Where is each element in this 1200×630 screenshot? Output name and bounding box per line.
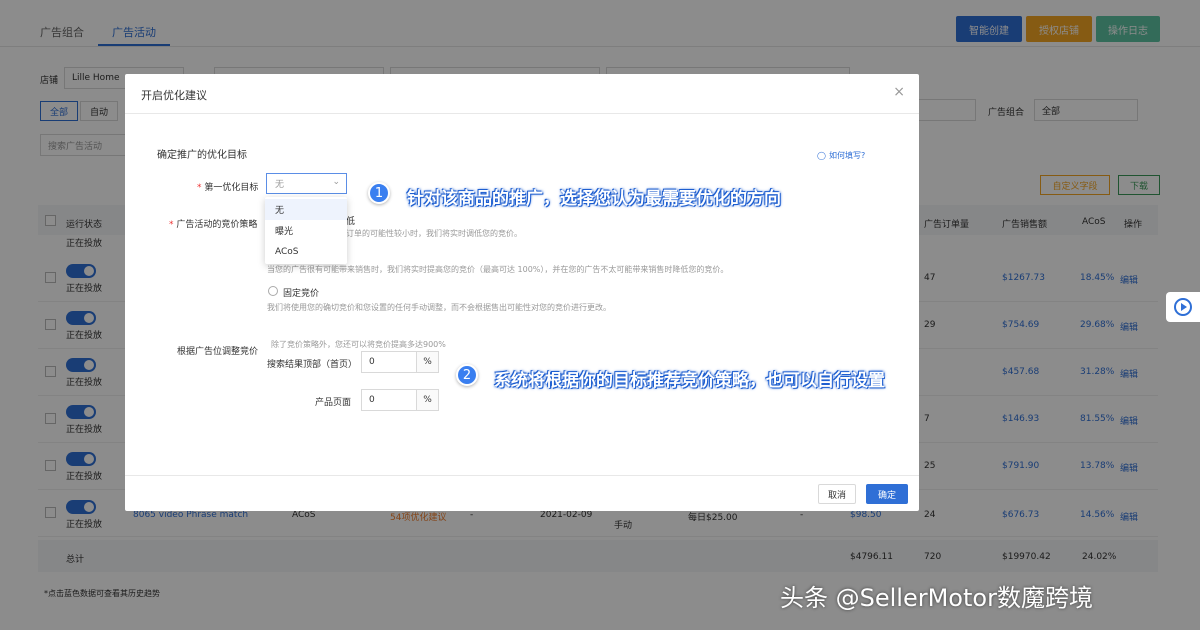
percent-suffix: % [417, 351, 439, 373]
first-goal-label: * 第一优化目标 [197, 183, 259, 193]
annotation-number-1: 1 [368, 182, 390, 204]
first-goal-label-text: 第一优化目标 [204, 183, 259, 193]
percent-suffix: % [417, 389, 439, 411]
annotation-text-1: 针对该商品的推广，选择您认为最需要优化的方向 [407, 189, 781, 209]
modal-title: 开启优化建议 [141, 89, 207, 102]
cancel-button[interactable]: 取消 [818, 484, 856, 504]
section-title: 确定推广的优化目标 [157, 150, 247, 161]
fixed-bid-desc: 我们将使用您的确切竞价和您设置的任何手动调整，而不会根据售出可能性对您的竞价进行… [267, 303, 611, 312]
play-video-button[interactable] [1166, 292, 1200, 322]
watermark: 头条 @SellerMotor数魔跨境 [780, 584, 1093, 612]
dropdown-option[interactable]: ACoS [265, 241, 347, 262]
product-page-label: 产品页面 [315, 398, 352, 408]
close-icon[interactable]: × [893, 84, 905, 100]
first-goal-select[interactable]: 无 ⌄ [266, 173, 347, 194]
bid-desc-2: 当您的广告很有可能带来销售时，我们将实时提高您的竞价（最高可达 100%），并在… [267, 265, 729, 274]
dynamic-bid-tail: 低 [346, 217, 356, 227]
optimization-modal: 开启优化建议 × 确定推广的优化目标 ◯ 如何填写? * 第一优化目标 无 ⌄ *… [125, 74, 919, 511]
modal-footer: 取消 确定 [125, 475, 919, 511]
bid-desc-1: 订单的可能性较小时，我们将实时调低您的竞价。 [346, 229, 522, 238]
bid-strategy-label: * 广告活动的竞价策略 [169, 220, 258, 230]
confirm-button[interactable]: 确定 [866, 484, 908, 504]
bid-strategy-label-text: 广告活动的竞价策略 [176, 220, 258, 230]
lightbulb-icon: ◯ [817, 151, 826, 160]
placement-desc: 除了竞价策略外，您还可以将竞价提高多达900% [271, 340, 446, 349]
chevron-down-icon: ⌄ [332, 177, 340, 187]
first-goal-value: 无 [275, 180, 285, 190]
top-search-label: 搜索结果顶部（首页） [267, 360, 358, 370]
dropdown-option[interactable]: 无 [265, 199, 347, 220]
annotation-number-2: 2 [456, 364, 478, 386]
modal-header: 开启优化建议 × [125, 74, 919, 114]
play-icon [1174, 298, 1192, 316]
fixed-bid-radio[interactable] [268, 286, 278, 296]
dropdown-option[interactable]: 曝光 [265, 220, 347, 241]
annotation-text-2: 系统将根据你的目标推荐竞价策略，也可以自行设置 [494, 371, 885, 391]
first-goal-dropdown: 无 曝光 ACoS [265, 197, 347, 264]
top-search-input[interactable]: 0 [361, 351, 417, 373]
help-link-text: 如何填写? [828, 151, 866, 160]
placement-label: 根据广告位调整竞价 [177, 347, 259, 357]
product-page-input[interactable]: 0 [361, 389, 417, 411]
help-link[interactable]: ◯ 如何填写? [817, 150, 865, 161]
fixed-bid-label: 固定竞价 [283, 289, 320, 299]
